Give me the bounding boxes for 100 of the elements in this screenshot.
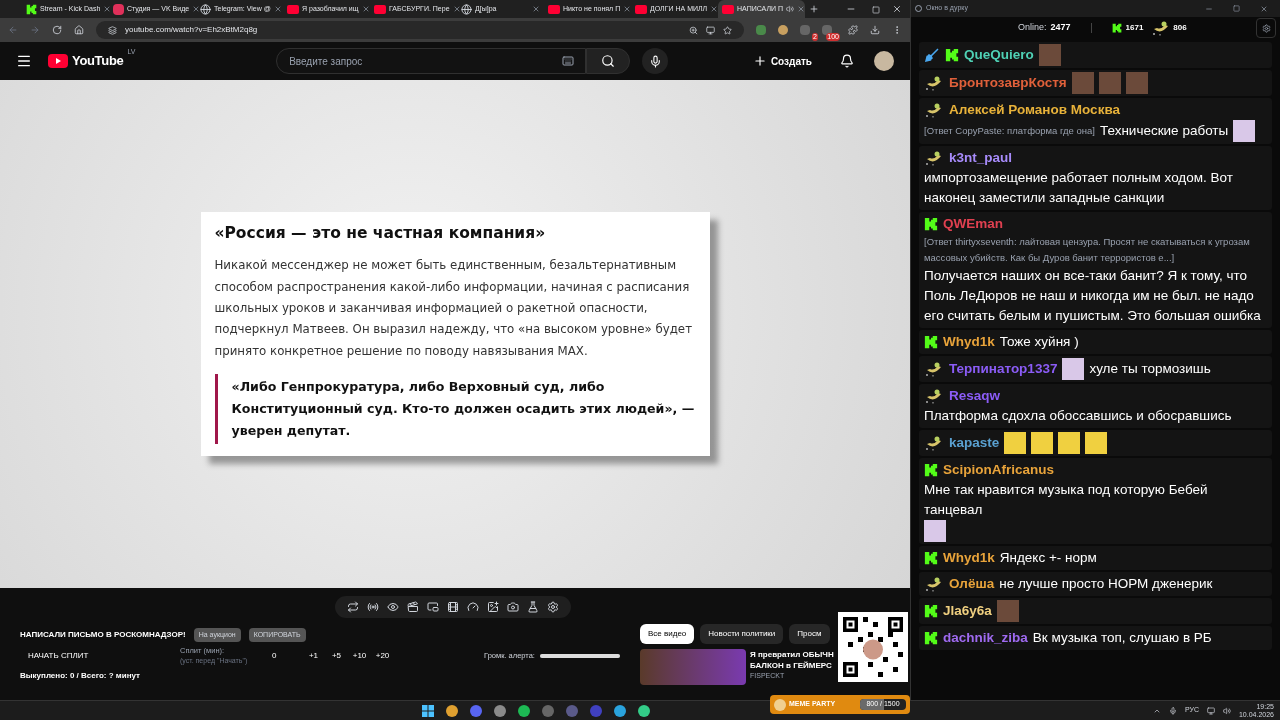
avatar-icon[interactable] [874,51,894,71]
download-icon[interactable] [870,25,880,35]
volume-slider[interactable] [539,654,620,658]
plus-icon [752,54,767,68]
taskbar-app-icon[interactable] [518,704,531,717]
toolbar-tool-icon[interactable] [447,601,459,613]
microphone-icon [1168,706,1177,715]
close-icon[interactable] [797,5,806,13]
chat-username[interactable]: БронтозаврКостя [949,73,1067,93]
create-button[interactable]: Создать [744,48,820,74]
search-field[interactable]: Введите запрос [276,48,587,74]
play-logo-icon [48,54,68,68]
kick-logo-icon [1111,23,1122,33]
speaker-icon [786,5,795,13]
toolbar-tool-icon[interactable] [387,601,399,613]
article-paragraph: Никакой мессенджер не может быть единственным, безальтернативным способом распространения какой-либо информации, начиная с расписания школьных уроков и заканчивая информацией о ракетной опасности, подчеркнул Матвеев. Он выразил надежду, что «на высоком уровне» будет принято конкретное решение по поводу навязывания MAX. [214,257,693,360]
close-icon[interactable] [452,5,461,13]
emote-image [924,520,946,542]
toolbar-tool-icon[interactable] [347,601,359,613]
reload-icon[interactable] [52,25,62,35]
chat-message-text: не лучше просто НОРМ дженерик [999,575,1213,593]
doge-icon [774,698,786,711]
menu-icon[interactable] [16,53,32,69]
online-label: Online: [1018,21,1047,35]
maximize-icon[interactable] [1233,5,1240,12]
chat-username[interactable]: QWEman [943,214,1003,234]
close-icon[interactable] [273,5,282,13]
emote-image [1085,432,1108,454]
video-title[interactable]: БАЛКОН в ГЕЙМЕРС [750,660,834,671]
close-icon[interactable] [710,5,719,13]
chat-username[interactable]: QueQuiero [964,45,1034,65]
close-icon[interactable] [892,4,902,14]
emote-image [996,600,1019,622]
filter-chip[interactable]: Все видео [640,624,695,644]
filter-chip[interactable]: Новости политики [700,624,784,644]
toolbar-tool-icon[interactable] [407,601,419,613]
toolbar-tool-icon[interactable] [427,601,439,613]
toolbar-tool-icon[interactable] [507,601,519,613]
start-split-button[interactable]: НАЧАТЬ СПЛИТ [20,650,180,662]
toolbar-tool-icon[interactable] [527,601,539,613]
notifications-icon[interactable] [840,54,854,68]
bookmark-icon[interactable] [723,25,732,35]
emote-image [1233,120,1256,142]
emote-image [1058,432,1081,454]
video-thumbnail[interactable] [640,649,746,685]
chat-message-text: Получается наших он все-таки банит? Я к тому, что Поль ЛеДюров не наш и никогда им не был. не надо его считать белым и пушистым. Это большая ошибка [924,267,1262,325]
split-value: 0 [272,650,278,662]
search-button[interactable] [586,48,631,74]
chat-username[interactable]: Whyd1k [943,548,995,568]
chat-username[interactable]: Алексей Романов Москва [949,100,1120,120]
settings-icon [1261,23,1271,33]
increment-button[interactable]: +5 [325,650,348,662]
new-tab-icon[interactable] [809,4,819,14]
filter-chip[interactable]: Просм [789,624,830,644]
taskbar-app-icon[interactable] [494,704,507,717]
summary-text: Выкуплено: 0 / Всего: ? минут [20,670,141,682]
home-icon[interactable] [74,25,84,35]
keyboard-icon[interactable] [562,55,575,67]
windows-start-icon[interactable] [422,704,435,717]
maximize-icon[interactable] [872,6,880,14]
chat-username[interactable]: kapaste [949,433,1000,453]
taskbar-app-icon[interactable] [638,704,651,717]
settings-button[interactable] [1256,18,1276,38]
video-title[interactable]: Я превратил ОБЫЧН [750,649,834,660]
toolbar-tool-icon[interactable] [367,601,379,613]
chat-username[interactable]: Resaqw [949,386,1001,406]
toolbar-tool-icon[interactable] [487,601,499,613]
close-icon[interactable] [532,5,540,13]
logo-wordmark[interactable]: YouTube [72,51,124,71]
taskbar-app-icon[interactable] [470,704,483,717]
chat-username[interactable]: Терпинатор1337 [949,359,1058,379]
chat-username[interactable]: ScipionAfricanus [943,460,1055,480]
chat-username[interactable]: k3nt_paul [949,148,1013,168]
extensions-icon[interactable] [848,25,858,35]
chat-username[interactable]: Jla6y6a [943,601,992,621]
increment-button[interactable]: +1 [302,650,325,662]
extension-icon[interactable] [756,25,766,35]
taskbar-app-icon[interactable] [446,704,459,717]
toolbar-tool-icon[interactable] [547,601,559,613]
chat-username[interactable]: dachnik_ziba [943,628,1028,648]
close-icon[interactable] [192,5,201,13]
address-bar[interactable]: youtube.com/watch?v=Eh2xBtM2q8g [96,21,744,39]
microphone-icon [648,54,662,68]
close-icon[interactable] [623,5,632,13]
chat-username[interactable]: Олёша [949,574,995,594]
increment-button[interactable]: +20 [371,650,394,662]
increment-button[interactable]: +10 [348,650,371,662]
extension-icon[interactable] [822,25,832,35]
toolbar-tool-icon[interactable] [467,601,479,613]
taskbar-app-icon[interactable] [614,704,627,717]
chat-username[interactable]: Whyd1k [943,332,995,352]
chat-message-text: Вк музыка топ, слушаю в РБ [1032,629,1212,647]
online-count: 2477 [1050,21,1071,35]
close-icon[interactable] [1260,4,1268,13]
close-icon[interactable] [361,5,370,13]
voice-search-button[interactable] [642,48,669,74]
chat-message-text: Платформа сдохла обоссавшись и обосравшись [924,407,1232,425]
close-icon[interactable] [103,5,112,13]
emote-image [1004,432,1027,454]
extension-icon[interactable] [778,25,788,35]
